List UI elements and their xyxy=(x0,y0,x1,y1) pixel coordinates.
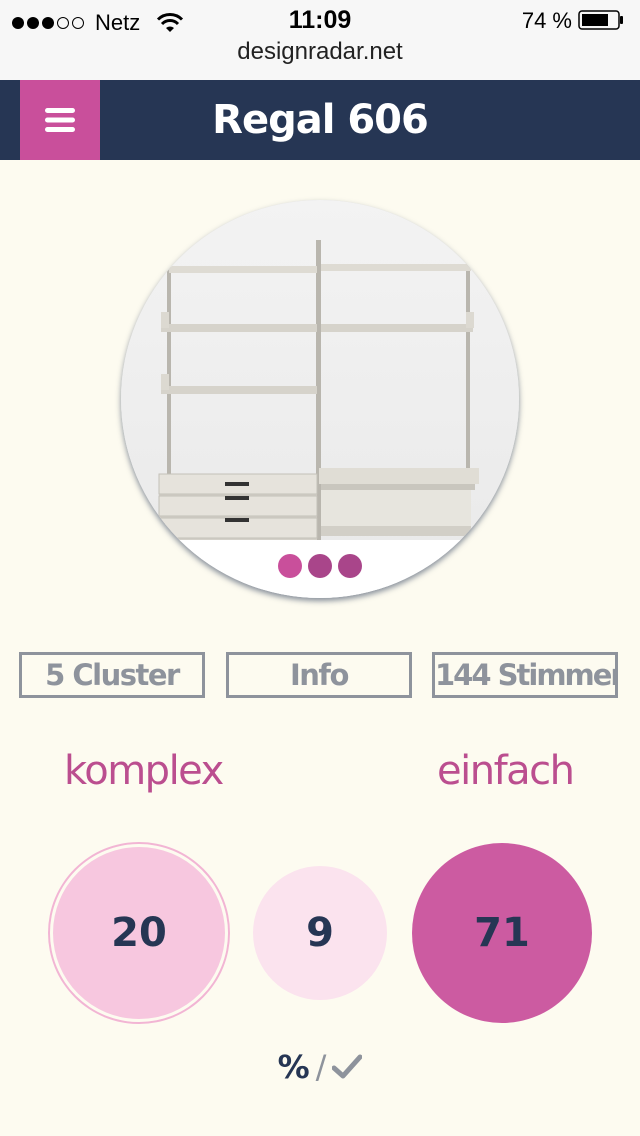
rating-complex-value: 20 xyxy=(111,910,167,956)
carousel-dot[interactable] xyxy=(308,554,332,578)
info-button[interactable]: Info xyxy=(226,652,412,698)
cluster-button[interactable]: 5 Cluster xyxy=(19,652,205,698)
menu-button[interactable] xyxy=(20,80,100,160)
percent-toggle[interactable]: % xyxy=(278,1048,310,1086)
carousel-dot-active[interactable] xyxy=(278,554,302,578)
rating-simple-value: 71 xyxy=(474,910,530,956)
display-mode-toggle[interactable]: % / xyxy=(0,1048,640,1086)
rating-label-simple: einfach xyxy=(437,748,575,794)
product-image[interactable] xyxy=(121,200,519,598)
rating-simple-circle[interactable]: 71 xyxy=(412,843,592,1023)
carousel-indicator xyxy=(0,554,640,578)
carousel-dot[interactable] xyxy=(338,554,362,578)
status-bar: Netz 11:09 74 % designradar.net xyxy=(0,0,640,80)
toggle-separator: / xyxy=(315,1048,327,1086)
address-bar-url[interactable]: designradar.net xyxy=(0,38,640,66)
rating-label-complex: komplex xyxy=(64,748,224,794)
votes-button[interactable]: 144 Stimmen xyxy=(432,652,618,698)
battery-icon xyxy=(578,10,623,30)
checkmark-icon[interactable] xyxy=(332,1054,363,1080)
shelf-illustration xyxy=(121,200,519,598)
rating-neutral-circle[interactable]: 9 xyxy=(253,866,387,1000)
rating-neutral-value: 9 xyxy=(306,910,334,956)
battery-percentage: 74 % xyxy=(521,8,572,33)
hamburger-menu-icon xyxy=(45,108,75,132)
rating-complex-circle[interactable]: 20 xyxy=(50,844,228,1022)
top-navigation-bar: Regal 606 xyxy=(0,80,640,160)
